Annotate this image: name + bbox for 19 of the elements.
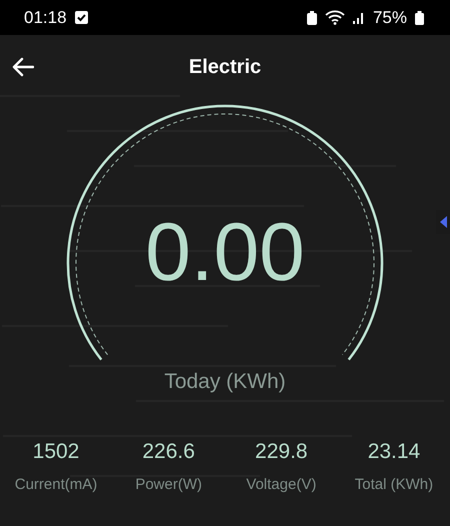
battery-percent: 75%: [372, 8, 407, 28]
stat-label: Total (KWh): [354, 476, 434, 493]
battery-saver-icon: [306, 10, 317, 24]
clock-time: 01:18: [24, 8, 67, 28]
page-title: Electric: [188, 56, 262, 79]
stat-value: 226.6: [142, 440, 195, 464]
stat-label: Voltage(V): [246, 476, 316, 493]
stat-label: Power(W): [135, 476, 202, 493]
stat-label: Current(mA): [14, 476, 98, 493]
caret-icon: [440, 216, 446, 228]
stat-value: 23.14: [368, 440, 420, 464]
battery-icon: [415, 10, 424, 24]
signal-icon: [352, 11, 365, 24]
stat-value: 1502: [32, 440, 80, 464]
gauge-label: Today (KWh): [163, 370, 287, 394]
today-energy-value: 0.00: [144, 212, 306, 294]
stat-value: 229.8: [255, 440, 308, 464]
checkbox-icon: [74, 11, 88, 24]
wifi-icon: [324, 10, 345, 25]
